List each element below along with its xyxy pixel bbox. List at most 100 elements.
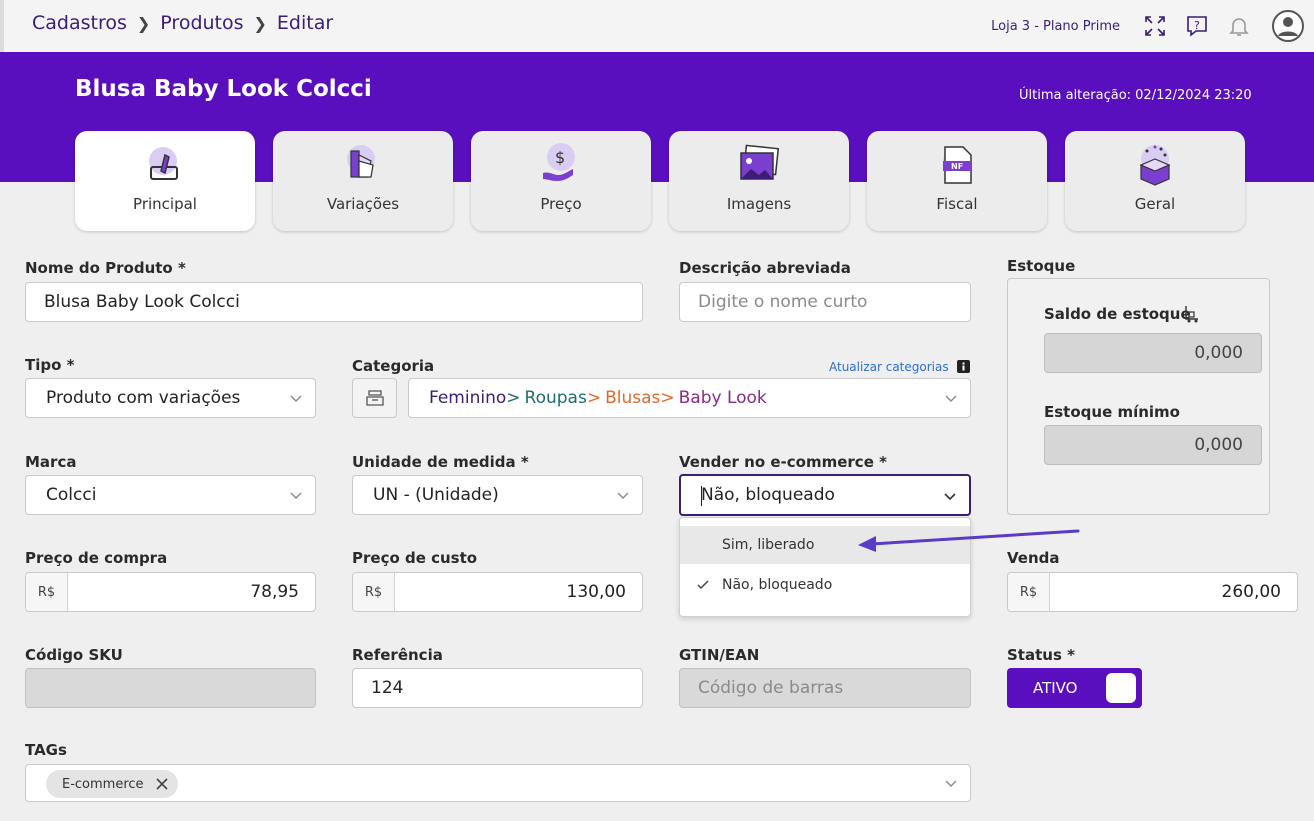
tab-label: Preço — [540, 195, 582, 213]
breadcrumb-produtos[interactable]: Produtos — [160, 12, 243, 34]
chevron-down-icon — [944, 493, 956, 501]
tags-label: TAGs — [25, 741, 67, 759]
tab-label: Principal — [133, 195, 197, 213]
venda-input[interactable]: R$ 260,00 — [1007, 572, 1298, 612]
breadcrumb: Cadastros ❯ Produtos ❯ Editar — [32, 12, 333, 34]
venda-value: 260,00 — [1221, 582, 1281, 602]
tags-input[interactable]: E-commerce — [25, 764, 971, 802]
currency-prefix: R$ — [353, 573, 395, 611]
status-toggle[interactable]: ATIVO — [1007, 668, 1142, 708]
tab-geral[interactable]: Geral — [1065, 131, 1245, 231]
top-actions: Loja 3 - Plano Prime ? — [991, 0, 1314, 52]
ecommerce-value: Não, bloqueado — [701, 485, 835, 505]
preco-compra-input[interactable]: R$ 78,95 — [25, 572, 316, 612]
minimo-label: Estoque mínimo — [1044, 403, 1180, 421]
saldo-label: Saldo de estoque — [1044, 305, 1191, 323]
tab-label: Geral — [1134, 195, 1176, 213]
price-hand-icon: $ — [543, 143, 575, 181]
gtin-label: GTIN/EAN — [679, 646, 760, 664]
marca-select[interactable]: Colcci — [25, 475, 316, 515]
tab-label: Imagens — [726, 195, 792, 213]
minimo-field[interactable]: 0,000 — [1044, 425, 1262, 465]
estoque-title: Estoque — [1007, 257, 1076, 275]
svg-text:?: ? — [1194, 19, 1200, 32]
sku-input — [25, 668, 316, 708]
check-icon — [697, 580, 709, 590]
estoque-panel: Saldo de estoque 0,000 Estoque mínimo 0,… — [1007, 278, 1270, 515]
status-value: ATIVO — [1033, 679, 1078, 697]
tipo-value: Produto com variações — [46, 388, 241, 408]
currency-prefix: R$ — [1008, 573, 1050, 611]
descricao-label: Descrição abreviada — [679, 259, 851, 277]
preco-custo-input[interactable]: R$ 130,00 — [352, 572, 643, 612]
preco-custo-label: Preço de custo — [352, 549, 478, 567]
unidade-select[interactable]: UN - (Unidade) — [352, 475, 643, 515]
nf-document-icon: NF — [943, 146, 972, 184]
venda-label: Venda — [1007, 549, 1060, 567]
nome-input[interactable]: Blusa Baby Look Colcci — [25, 282, 643, 322]
text-caret — [701, 486, 702, 506]
edit-pencil-icon — [149, 147, 178, 180]
tab-label: Fiscal — [936, 195, 978, 213]
tipo-select[interactable]: Produto com variações — [25, 378, 316, 418]
tab-fiscal[interactable]: NF Fiscal — [867, 131, 1047, 231]
update-categories-link[interactable]: Atualizar categorias — [829, 360, 949, 374]
tab-imagens[interactable]: Imagens — [669, 131, 849, 231]
tab-variacoes[interactable]: Variações — [273, 131, 453, 231]
top-bar: Cadastros ❯ Produtos ❯ Editar Loja 3 - P… — [0, 0, 1314, 52]
ecommerce-select[interactable]: Não, bloqueado — [679, 474, 971, 516]
sku-label: Código SKU — [25, 646, 123, 664]
svg-text:$: $ — [555, 148, 565, 167]
close-icon[interactable] — [155, 777, 169, 791]
fullscreen-icon[interactable] — [1142, 13, 1168, 39]
help-icon[interactable]: ? — [1184, 13, 1210, 39]
page-title: Blusa Baby Look Colcci — [75, 76, 372, 102]
categoria-label: Categoria — [352, 357, 435, 375]
option-nao-bloqueado[interactable]: Não, bloqueado — [680, 566, 970, 604]
chevron-down-icon — [290, 395, 302, 402]
gift-box-icon — [1139, 145, 1171, 186]
descricao-input[interactable]: Digite o nome curto — [679, 282, 971, 322]
chevron-down-icon[interactable] — [944, 776, 958, 790]
info-icon[interactable] — [957, 360, 970, 373]
marca-value: Colcci — [46, 485, 97, 505]
status-label: Status * — [1007, 646, 1075, 664]
breadcrumb-cadastros[interactable]: Cadastros — [32, 12, 127, 34]
referencia-label: Referência — [352, 646, 443, 664]
nome-label: Nome do Produto * — [25, 259, 186, 277]
avatar[interactable] — [1272, 10, 1304, 42]
nf-text: NF — [951, 162, 963, 171]
chevron-down-icon — [290, 492, 302, 499]
preco-compra-value: 78,95 — [250, 582, 299, 602]
category-separator: > — [586, 388, 602, 408]
stock-cart-icon[interactable] — [1184, 305, 1200, 323]
category-level-1: Feminino — [429, 388, 507, 408]
category-tree-button[interactable] — [352, 378, 397, 418]
preco-custo-value: 130,00 — [566, 582, 626, 602]
images-icon — [740, 144, 780, 180]
category-level-4: Baby Look — [678, 388, 767, 408]
preco-compra-label: Preço de compra — [25, 549, 168, 567]
tab-principal[interactable]: Principal — [75, 131, 255, 231]
tipo-label: Tipo * — [25, 356, 75, 374]
chevron-right-icon: ❯ — [253, 13, 267, 33]
unidade-label: Unidade de medida * — [352, 453, 529, 471]
marca-label: Marca — [25, 453, 77, 471]
color-swatch-icon — [347, 145, 375, 178]
category-level-2: Roupas — [524, 388, 587, 408]
gtin-input: Código de barras — [679, 668, 971, 708]
category-level-3: Blusas — [605, 388, 661, 408]
category-separator: > — [506, 388, 521, 408]
store-name[interactable]: Loja 3 - Plano Prime — [991, 19, 1120, 34]
tab-preco[interactable]: $ Preço — [471, 131, 651, 231]
category-icon — [365, 390, 384, 406]
category-separator: > — [660, 388, 675, 408]
bell-icon[interactable] — [1226, 13, 1252, 39]
categoria-select[interactable]: Feminino > Roupas > Blusas > Baby Look — [408, 378, 971, 418]
option-label: Sim, liberado — [722, 537, 815, 553]
tag-chip: E-commerce — [46, 770, 178, 798]
chevron-down-icon — [945, 395, 957, 402]
referencia-input[interactable]: 124 — [352, 668, 643, 708]
last-change-text: Última alteração: 02/12/2024 23:20 — [1019, 88, 1252, 103]
unidade-value: UN - (Unidade) — [373, 485, 499, 505]
